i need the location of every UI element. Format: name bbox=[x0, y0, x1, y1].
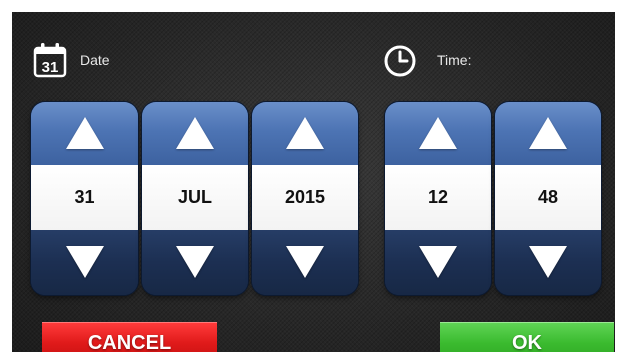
date-label: Date bbox=[80, 52, 110, 68]
month-value: JUL bbox=[142, 165, 248, 230]
minute-down-button[interactable] bbox=[495, 230, 601, 295]
hour-spinner: 12 bbox=[385, 102, 491, 295]
arrow-down-icon bbox=[286, 246, 324, 278]
day-down-button[interactable] bbox=[31, 230, 138, 295]
day-up-button[interactable] bbox=[31, 102, 138, 165]
year-spinner: 2015 bbox=[252, 102, 358, 295]
minute-value: 48 bbox=[495, 165, 601, 230]
arrow-up-icon bbox=[419, 117, 457, 149]
day-value: 31 bbox=[31, 165, 138, 230]
arrow-down-icon bbox=[65, 246, 104, 278]
hour-up-button[interactable] bbox=[385, 102, 491, 165]
month-up-button[interactable] bbox=[142, 102, 248, 165]
arrow-up-icon bbox=[176, 117, 214, 149]
arrow-up-icon bbox=[65, 117, 104, 149]
calendar-icon-day: 31 bbox=[42, 59, 59, 76]
year-value: 2015 bbox=[252, 165, 358, 230]
clock-icon bbox=[384, 45, 416, 77]
arrow-up-icon bbox=[286, 117, 324, 149]
year-down-button[interactable] bbox=[252, 230, 358, 295]
arrow-down-icon bbox=[419, 246, 457, 278]
datetime-setting-screen: 31 Date Time: 31 JUL 2015 12 48 CANCEL O… bbox=[12, 12, 615, 352]
hour-down-button[interactable] bbox=[385, 230, 491, 295]
calendar-icon: 31 bbox=[33, 43, 67, 78]
minute-up-button[interactable] bbox=[495, 102, 601, 165]
time-label: Time: bbox=[437, 52, 472, 68]
month-down-button[interactable] bbox=[142, 230, 248, 295]
minute-spinner: 48 bbox=[495, 102, 601, 295]
ok-button[interactable]: OK bbox=[440, 322, 614, 352]
arrow-down-icon bbox=[529, 246, 567, 278]
day-spinner: 31 bbox=[31, 102, 138, 295]
arrow-up-icon bbox=[529, 117, 567, 149]
hour-value: 12 bbox=[385, 165, 491, 230]
arrow-down-icon bbox=[176, 246, 214, 278]
year-up-button[interactable] bbox=[252, 102, 358, 165]
cancel-button[interactable]: CANCEL bbox=[42, 322, 217, 352]
month-spinner: JUL bbox=[142, 102, 248, 295]
